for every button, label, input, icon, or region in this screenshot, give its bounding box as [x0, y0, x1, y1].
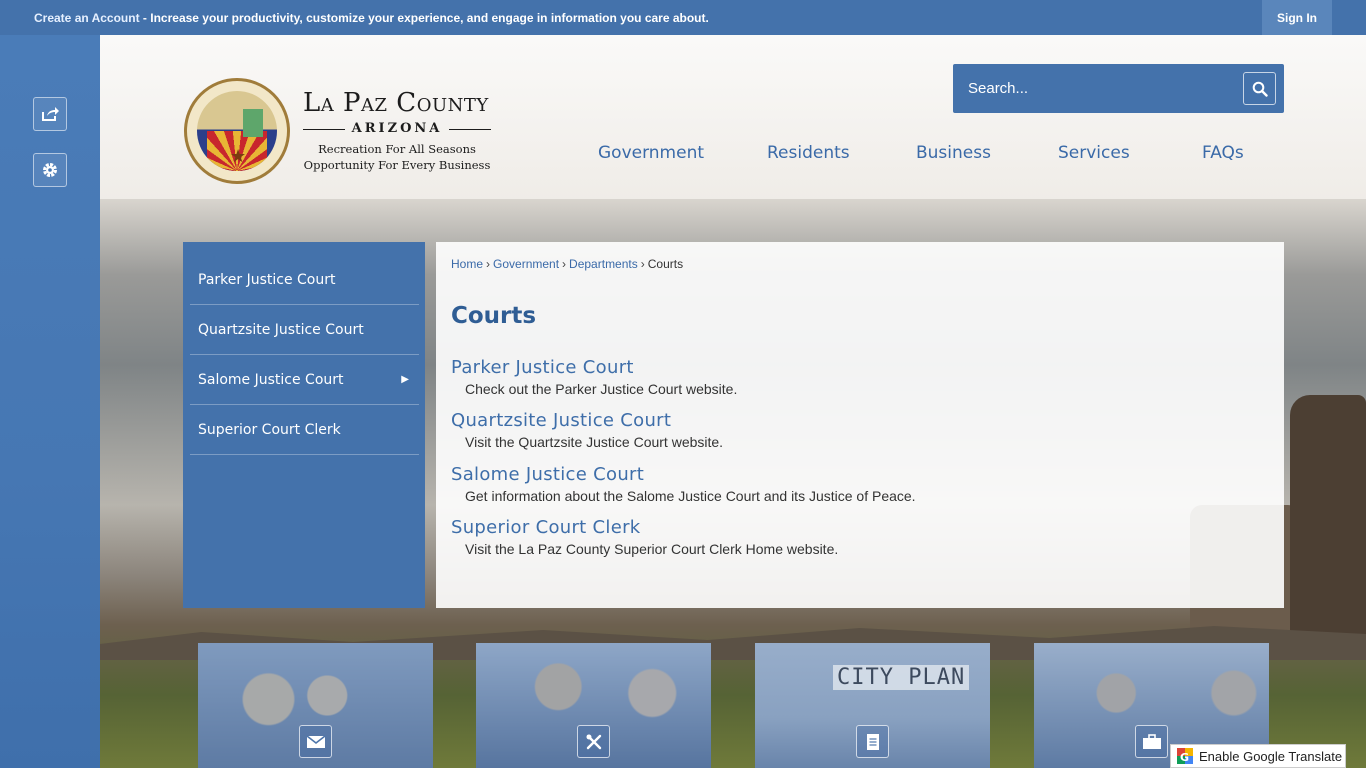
google-translate-label: Enable Google Translate — [1199, 748, 1343, 764]
header-band — [100, 35, 1366, 199]
quicklink-tile-contact[interactable] — [198, 643, 433, 768]
sidenav-item-parker-justice-court[interactable]: Parker Justice Court — [190, 255, 419, 305]
breadcrumb-departments[interactable]: Departments — [569, 257, 638, 271]
content-panel: Home › Government › Departments › Courts Court… — [436, 242, 1284, 608]
list-item: Parker Justice Court Check out the Parke… — [451, 357, 1251, 397]
breadcrumb-separator: › — [562, 257, 567, 271]
search-button[interactable] — [1243, 72, 1276, 105]
search-icon — [1252, 81, 1268, 97]
business-button[interactable] — [1135, 725, 1168, 758]
county-seal-logo[interactable]: ★ — [184, 78, 290, 184]
share-button[interactable] — [33, 97, 67, 131]
quicklink-tile-dining[interactable] — [476, 643, 711, 768]
logo-state-name: ARIZONA — [303, 121, 491, 136]
share-icon — [42, 107, 59, 121]
sidenav-item-label: Parker Justice Court — [198, 271, 336, 288]
google-translate-button[interactable]: G Enable Google Translate — [1170, 744, 1346, 768]
search-bar — [953, 64, 1284, 113]
list-item: Salome Justice Court Get information abo… — [451, 464, 1251, 504]
page-title: Courts — [451, 303, 537, 329]
contact-button[interactable] — [299, 725, 332, 758]
briefcase-icon — [1142, 733, 1161, 749]
svg-text:G: G — [1180, 751, 1189, 764]
quicklink-tile-planning[interactable]: CITY PLAN — [755, 643, 990, 768]
create-account-link[interactable]: Create an Account — [34, 11, 140, 25]
entry-description: Check out the Parker Justice Court websi… — [465, 381, 738, 397]
side-navigation: Parker Justice Court Quartzsite Justice … — [183, 242, 425, 608]
sidenav-item-salome-justice-court[interactable]: Salome Justice Court ▶ — [190, 355, 419, 405]
background-mesa — [1290, 395, 1366, 655]
breadcrumb: Home › Government › Departments › Courts — [451, 257, 683, 271]
entry-description: Visit the La Paz County Superior Court C… — [465, 541, 839, 557]
nav-item-business[interactable]: Business — [916, 143, 991, 163]
entry-link-parker-justice-court[interactable]: Parker Justice Court — [451, 357, 1251, 378]
sidenav-item-superior-court-clerk[interactable]: Superior Court Clerk — [190, 405, 419, 455]
sidenav-item-label: Salome Justice Court — [198, 371, 344, 388]
nav-item-services[interactable]: Services — [1058, 143, 1130, 163]
main-navigation: Government Residents Business Services F… — [0, 143, 1366, 165]
sidenav-item-quartzsite-justice-court[interactable]: Quartzsite Justice Court — [190, 305, 419, 355]
entry-link-quartzsite-justice-court[interactable]: Quartzsite Justice Court — [451, 410, 1251, 431]
entry-description: Get information about the Salome Justice… — [465, 488, 916, 504]
documents-button[interactable] — [856, 725, 889, 758]
list-item: Quartzsite Justice Court Visit the Quart… — [451, 410, 1251, 450]
expand-arrow-icon[interactable]: ▶ — [401, 374, 409, 385]
nav-item-residents[interactable]: Residents — [767, 143, 850, 163]
document-icon — [866, 733, 879, 750]
envelope-icon — [306, 734, 325, 748]
logo-county-name[interactable]: La Paz County — [303, 88, 493, 118]
breadcrumb-current: Courts — [647, 257, 684, 271]
sign-in-button[interactable]: Sign In — [1262, 0, 1332, 35]
nav-item-government[interactable]: Government — [598, 143, 704, 163]
account-message-text: - Increase your productivity, customize … — [139, 11, 709, 25]
tile-sign-text: CITY PLAN — [833, 665, 970, 690]
entry-link-salome-justice-court[interactable]: Salome Justice Court — [451, 464, 1251, 485]
nav-item-faqs[interactable]: FAQs — [1202, 143, 1244, 163]
top-announcement-bar: Create an Account - Increase your produc… — [0, 0, 1366, 35]
entry-description: Visit the Quartzsite Justice Court websi… — [465, 434, 724, 450]
breadcrumb-government[interactable]: Government — [493, 257, 559, 271]
sidenav-item-label: Quartzsite Justice Court — [198, 321, 364, 338]
entry-link-superior-court-clerk[interactable]: Superior Court Clerk — [451, 517, 1251, 538]
utensils-icon — [586, 734, 601, 749]
breadcrumb-separator: › — [640, 257, 645, 271]
account-message: Create an Account - Increase your produc… — [34, 11, 709, 25]
sidenav-item-label: Superior Court Clerk — [198, 421, 341, 438]
dining-button[interactable] — [577, 725, 610, 758]
breadcrumb-home[interactable]: Home — [451, 257, 483, 271]
list-item: Superior Court Clerk Visit the La Paz Co… — [451, 517, 1251, 557]
search-input[interactable] — [953, 64, 1241, 113]
google-translate-icon: G — [1177, 748, 1193, 764]
breadcrumb-separator: › — [486, 257, 491, 271]
